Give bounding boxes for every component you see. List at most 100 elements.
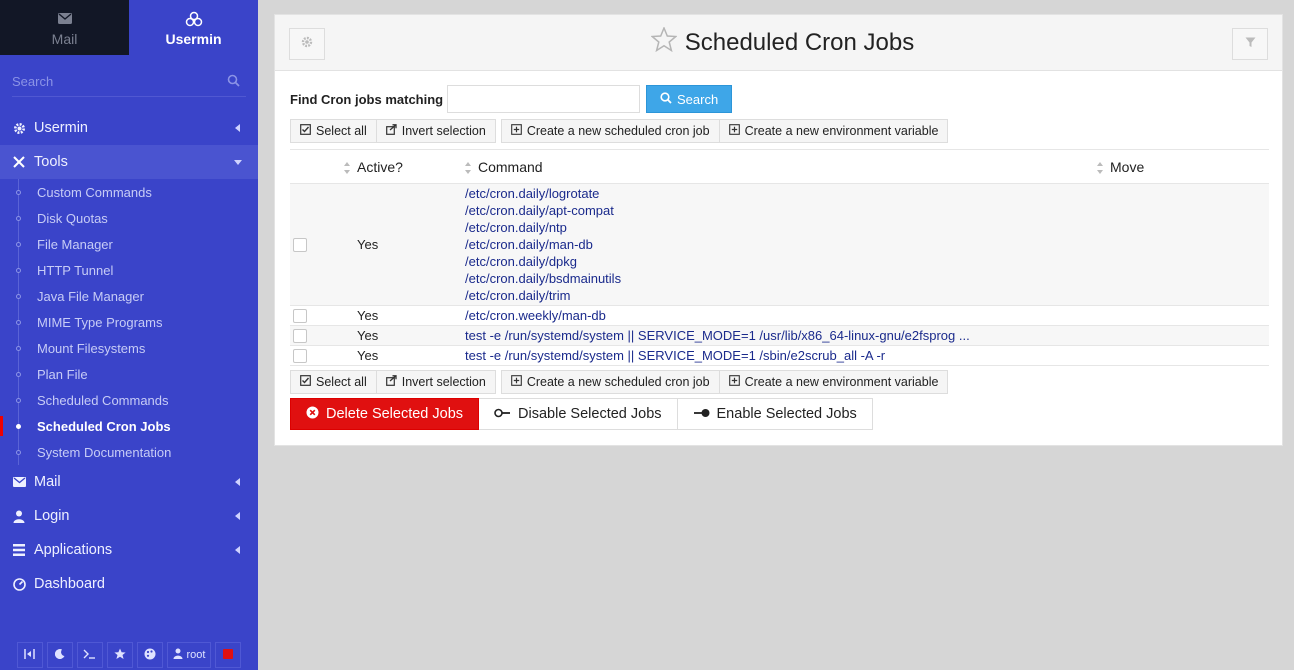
- create-cron-job-button[interactable]: Create a new scheduled cron job: [500, 119, 720, 143]
- list-icon: [12, 543, 26, 557]
- search-icon[interactable]: [227, 74, 240, 92]
- plus-square-icon: [510, 124, 522, 138]
- command-link[interactable]: test -e /run/systemd/system || SERVICE_M…: [465, 327, 1097, 344]
- create-env-var-button[interactable]: Create a new environment variable: [719, 370, 949, 394]
- caret-left-icon: [235, 512, 240, 520]
- row-checkbox[interactable]: [293, 308, 307, 323]
- menu-mail[interactable]: Mail: [0, 465, 258, 499]
- command-link[interactable]: /etc/cron.daily/dpkg: [465, 253, 1097, 270]
- sidebar-item-label: Mount Filesystems: [37, 340, 146, 356]
- bullet-icon: [16, 398, 21, 403]
- menu-dashboard[interactable]: Dashboard: [0, 567, 258, 601]
- row-command: test -e /run/systemd/system || SERVICE_M…: [465, 325, 1097, 346]
- filter-button[interactable]: [1232, 28, 1268, 60]
- invert-selection-button[interactable]: Invert selection: [376, 119, 496, 143]
- favorites-button[interactable]: [106, 642, 133, 668]
- enable-selected-button[interactable]: Enable Selected Jobs: [677, 398, 873, 430]
- page-title: Scheduled Cron Jobs: [684, 28, 915, 56]
- delete-selected-button[interactable]: Delete Selected Jobs: [290, 398, 480, 430]
- header-command-label: Command: [478, 158, 543, 175]
- command-link[interactable]: /etc/cron.weekly/man-db: [465, 307, 1097, 324]
- header-command[interactable]: Command: [465, 149, 1097, 184]
- collapse-icon: [24, 648, 35, 662]
- sidebar-item-mime-type-programs[interactable]: MIME Type Programs: [0, 309, 258, 335]
- find-label: Find Cron jobs matching: [290, 91, 444, 107]
- logout-icon: [223, 648, 234, 662]
- menu-applications[interactable]: Applications: [0, 533, 258, 567]
- create-env-var-button[interactable]: Create a new environment variable: [719, 119, 949, 143]
- sidebar-item-label: File Manager: [37, 236, 113, 252]
- sort-icon[interactable]: [344, 161, 351, 174]
- menu-tools-label: Tools: [34, 154, 68, 170]
- sidebar-search-input[interactable]: [12, 67, 246, 95]
- sidebar-item-scheduled-commands[interactable]: Scheduled Commands: [0, 387, 258, 413]
- select-all-button[interactable]: Select all: [290, 119, 377, 143]
- menu-login[interactable]: Login: [0, 499, 258, 533]
- table-row: Yes test -e /run/systemd/system || SERVI…: [290, 325, 1269, 346]
- table-row: Yes /etc/cron.weekly/man-db: [290, 305, 1269, 326]
- logout-button[interactable]: [215, 642, 242, 668]
- moon-icon: [54, 648, 65, 662]
- sidebar-item-plan-file[interactable]: Plan File: [0, 361, 258, 387]
- module-config-button[interactable]: [289, 28, 325, 60]
- create-env-var-label: Create a new environment variable: [744, 124, 939, 138]
- terminal-button[interactable]: [76, 642, 103, 668]
- sidebar-item-disk-quotas[interactable]: Disk Quotas: [0, 205, 258, 231]
- command-link[interactable]: /etc/cron.daily/apt-compat: [465, 202, 1097, 219]
- create-cron-job-button[interactable]: Create a new scheduled cron job: [500, 370, 720, 394]
- command-link[interactable]: /etc/cron.daily/logrotate: [465, 185, 1097, 202]
- command-link[interactable]: test -e /run/systemd/system || SERVICE_M…: [465, 347, 1097, 364]
- top-action-row: Select all Invert selection Create a new…: [290, 119, 1267, 143]
- menu-tools[interactable]: Tools: [0, 145, 258, 179]
- disable-selected-button[interactable]: Disable Selected Jobs: [479, 398, 678, 430]
- command-link[interactable]: /etc/cron.daily/man-db: [465, 236, 1097, 253]
- sidebar-item-java-file-manager[interactable]: Java File Manager: [0, 283, 258, 309]
- bulk-actions: Delete Selected Jobs Disable Selected Jo…: [290, 398, 1267, 430]
- user-menu-button[interactable]: root: [166, 642, 212, 668]
- star-icon[interactable]: [650, 25, 678, 59]
- row-checkbox[interactable]: [293, 348, 307, 363]
- row-checkbox[interactable]: [293, 237, 307, 252]
- header-active[interactable]: Active?: [357, 149, 465, 184]
- row-select-cell: [290, 345, 357, 366]
- row-command: test -e /run/systemd/system || SERVICE_M…: [465, 345, 1097, 366]
- sidebar-item-label: Scheduled Commands: [37, 392, 169, 408]
- menu-usermin[interactable]: Usermin: [0, 111, 258, 145]
- invert-selection-button[interactable]: Invert selection: [376, 370, 496, 394]
- theme-button[interactable]: [136, 642, 163, 668]
- sidebar-item-mount-filesystems[interactable]: Mount Filesystems: [0, 335, 258, 361]
- sidebar-item-system-documentation[interactable]: System Documentation: [0, 439, 258, 465]
- plus-square-icon: [728, 124, 740, 138]
- switch-mail[interactable]: Mail: [0, 0, 129, 55]
- caret-left-icon: [235, 546, 240, 554]
- row-active: Yes: [357, 345, 465, 366]
- row-select-cell: [290, 305, 357, 326]
- row-active: Yes: [357, 183, 465, 306]
- header-move[interactable]: Move: [1097, 149, 1269, 184]
- find-input[interactable]: [447, 85, 641, 113]
- sidebar-item-label: Custom Commands: [37, 184, 152, 200]
- command-link[interactable]: /etc/cron.daily/bsdmainutils: [465, 270, 1097, 287]
- bullet-icon: [16, 450, 21, 455]
- row-checkbox[interactable]: [293, 328, 307, 343]
- sidebar-item-file-manager[interactable]: File Manager: [0, 231, 258, 257]
- command-link[interactable]: /etc/cron.daily/ntp: [465, 219, 1097, 236]
- delete-selected-label: Delete Selected Jobs: [326, 406, 464, 422]
- select-all-button[interactable]: Select all: [290, 370, 377, 394]
- command-link[interactable]: /etc/cron.daily/trim: [465, 287, 1097, 304]
- caret-down-icon: [234, 160, 242, 165]
- bullet-icon: [16, 242, 21, 247]
- night-mode-button[interactable]: [46, 642, 73, 668]
- sidebar-item-custom-commands[interactable]: Custom Commands: [0, 179, 258, 205]
- envelope-icon: [57, 9, 72, 29]
- sidebar-item-label: HTTP Tunnel: [37, 262, 114, 278]
- row-active: Yes: [357, 325, 465, 346]
- switch-usermin[interactable]: Usermin: [129, 0, 258, 55]
- collapse-sidebar-button[interactable]: [16, 642, 43, 668]
- main-panel: Scheduled Cron Jobs Find Cron jobs match…: [274, 14, 1283, 446]
- search-button[interactable]: Search: [646, 85, 733, 113]
- sidebar-item-http-tunnel[interactable]: HTTP Tunnel: [0, 257, 258, 283]
- select-all-label: Select all: [316, 124, 367, 138]
- sidebar-search: [12, 67, 246, 97]
- sidebar-item-scheduled-cron-jobs[interactable]: Scheduled Cron Jobs: [0, 413, 258, 439]
